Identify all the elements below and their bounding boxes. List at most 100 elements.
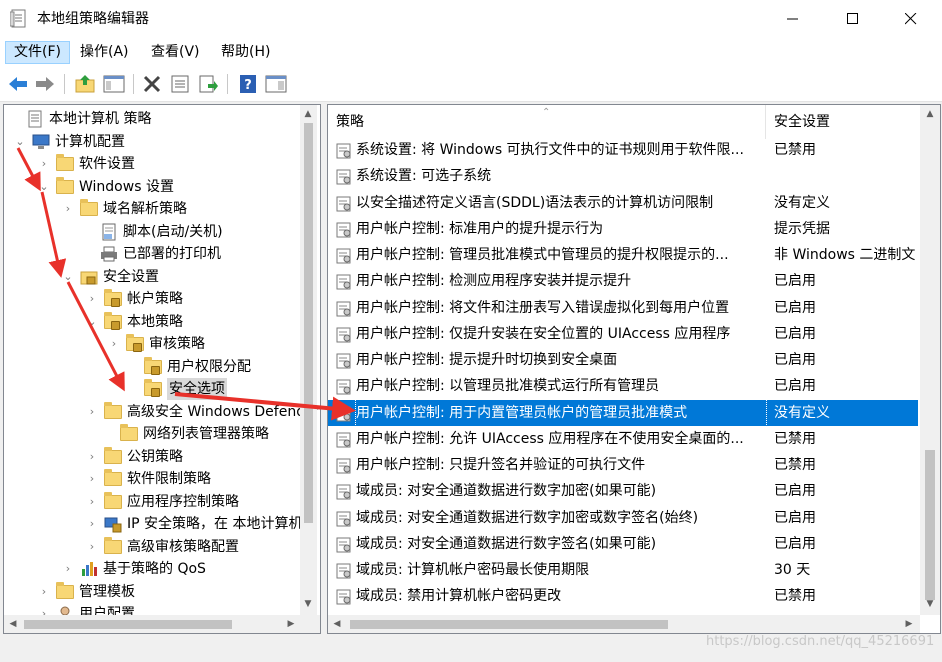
scroll-down-arrow-icon[interactable]: ▼ bbox=[301, 597, 315, 611]
scroll-up-arrow-icon[interactable]: ▲ bbox=[923, 107, 937, 121]
chevron-right-icon[interactable]: › bbox=[62, 558, 74, 580]
chevron-right-icon[interactable]: › bbox=[86, 513, 98, 535]
tree-item[interactable]: 已部署的打印机 bbox=[82, 243, 221, 265]
show-hide-tree-button[interactable] bbox=[102, 72, 126, 96]
policy-row[interactable]: 域成员: 对安全通道数据进行数字加密(如果可能) 已启用 bbox=[328, 478, 918, 504]
policy-name: 域成员: 禁用计算机帐户密码更改 bbox=[356, 588, 562, 605]
policy-row[interactable]: 用户帐户控制: 允许 UIAccess 应用程序在不使用安全桌面的... 已禁用 bbox=[328, 426, 918, 452]
policy-row[interactable]: 域成员: 禁用计算机帐户密码更改 已禁用 bbox=[328, 583, 918, 609]
policy-setting-value: 已禁用 bbox=[774, 430, 816, 447]
tree-item[interactable]: 脚本(启动/关机) bbox=[82, 221, 223, 243]
chevron-down-icon[interactable]: ⌄ bbox=[14, 131, 26, 153]
chevron-down-icon[interactable]: ⌄ bbox=[38, 176, 50, 198]
policy-row[interactable]: 系统设置: 将 Windows 可执行文件中的证书规则用于软件限... 已禁用 bbox=[328, 137, 918, 163]
column-header-policy[interactable]: ⌃ 策略 bbox=[328, 105, 766, 139]
list-horizontal-scrollbar[interactable]: ◀ ▶ bbox=[328, 615, 920, 633]
policy-name: 用户帐户控制: 检测应用程序安装并提示提升 bbox=[356, 273, 632, 290]
maximize-button[interactable] bbox=[830, 0, 876, 38]
show-hide-action-pane-button[interactable] bbox=[264, 72, 288, 96]
chevron-right-icon[interactable]: › bbox=[86, 288, 98, 310]
tree-item[interactable]: › 管理模板 bbox=[38, 581, 135, 603]
chevron-right-icon[interactable]: › bbox=[108, 333, 120, 355]
chevron-right-icon[interactable]: › bbox=[86, 401, 98, 423]
properties-button[interactable] bbox=[168, 72, 192, 96]
export-list-button[interactable] bbox=[196, 72, 220, 96]
tree-hscroll-thumb[interactable] bbox=[24, 620, 232, 629]
tree-item[interactable]: 用户权限分配 bbox=[126, 356, 251, 378]
policy-setting-value: 已启用 bbox=[774, 509, 816, 526]
tree-item[interactable]: › 帐户策略 bbox=[86, 288, 183, 310]
help-button[interactable]: ? bbox=[236, 72, 260, 96]
tree-item[interactable]: 网络列表管理器策略 bbox=[102, 423, 269, 445]
tree-item[interactable]: ⌄ 计算机配置 bbox=[14, 131, 125, 153]
policy-row[interactable]: 用户帐户控制: 管理员批准模式中管理员的提升权限提示的... 非 Windows … bbox=[328, 242, 918, 268]
column-header-setting[interactable]: 安全设置 bbox=[766, 105, 926, 139]
back-button[interactable] bbox=[6, 72, 30, 96]
policy-row[interactable]: 域成员: 计算机帐户密码最长使用期限 30 天 bbox=[328, 557, 918, 583]
policy-list-pane[interactable]: ⌃ 策略 安全设置 系统设置: 将 Windows 可执行文件中的证书规则用于软… bbox=[327, 104, 941, 634]
tree-item[interactable]: › 应用程序控制策略 bbox=[86, 491, 239, 513]
policy-setting-icon bbox=[336, 562, 352, 579]
menu-help[interactable]: 帮助(H) bbox=[213, 41, 278, 64]
list-scroll-thumb[interactable] bbox=[925, 450, 935, 600]
policy-name: 域成员: 对安全通道数据进行数字签名(如果可能) bbox=[356, 535, 657, 552]
scroll-right-arrow-icon[interactable]: ▶ bbox=[902, 617, 916, 631]
forward-button[interactable] bbox=[33, 72, 57, 96]
policy-row[interactable]: 用户帐户控制: 提示提升时切换到安全桌面 已启用 bbox=[328, 347, 918, 373]
scroll-left-arrow-icon[interactable]: ◀ bbox=[330, 617, 344, 631]
tree-item[interactable]: 本地计算机 策略 bbox=[8, 108, 151, 130]
policy-row[interactable]: 用户帐户控制: 仅提升安装在安全位置的 UIAccess 应用程序 已启用 bbox=[328, 321, 918, 347]
tree-horizontal-scrollbar[interactable]: ◀ ▶ bbox=[4, 615, 320, 633]
policy-row[interactable]: 用户帐户控制: 检测应用程序安装并提示提升 已启用 bbox=[328, 268, 918, 294]
close-button[interactable] bbox=[888, 0, 934, 38]
delete-button[interactable] bbox=[140, 72, 164, 96]
policy-row[interactable]: 用户帐户控制: 用于内置管理员帐户的管理员批准模式 没有定义 bbox=[328, 398, 918, 427]
menu-file[interactable]: 文件(F) bbox=[5, 41, 70, 64]
scroll-left-arrow-icon[interactable]: ◀ bbox=[6, 617, 20, 631]
chevron-right-icon[interactable]: › bbox=[86, 446, 98, 468]
chevron-down-icon[interactable]: ⌄ bbox=[86, 311, 98, 333]
policy-row[interactable]: 域成员: 对安全通道数据进行数字签名(如果可能) 已启用 bbox=[328, 531, 918, 557]
policy-row[interactable]: 用户帐户控制: 将文件和注册表写入错误虚拟化到每用户位置 已启用 bbox=[328, 295, 918, 321]
tree-item[interactable]: ⌄ 安全设置 bbox=[62, 266, 159, 288]
chevron-down-icon[interactable]: ⌄ bbox=[62, 266, 74, 288]
qos-chart-icon bbox=[80, 560, 98, 578]
tree-item[interactable]: › 高级安全 Windows Defender 防火墙 bbox=[86, 401, 320, 423]
chevron-right-icon[interactable]: › bbox=[86, 536, 98, 558]
policy-row[interactable]: 用户帐户控制: 只提升签名并验证的可执行文件 已禁用 bbox=[328, 452, 918, 478]
scroll-up-arrow-icon[interactable]: ▲ bbox=[301, 107, 315, 121]
tree-item[interactable]: › 公钥策略 bbox=[86, 446, 183, 468]
scroll-right-arrow-icon[interactable]: ▶ bbox=[284, 617, 298, 631]
tree-item[interactable]: › 软件限制策略 bbox=[86, 468, 211, 490]
up-folder-button[interactable] bbox=[73, 72, 97, 96]
tree-item[interactable]: › 域名解析策略 bbox=[62, 198, 187, 220]
tree-vertical-scrollbar[interactable]: ▲ ▼ bbox=[300, 105, 317, 615]
policy-row[interactable]: 用户帐户控制: 标准用户的提升提示行为 提示凭据 bbox=[328, 216, 918, 242]
tree-item[interactable]: 安全选项 bbox=[126, 378, 227, 400]
menu-view[interactable]: 查看(V) bbox=[143, 41, 208, 64]
minimize-button[interactable] bbox=[770, 0, 816, 38]
tree-item[interactable]: ⌄ Windows 设置 bbox=[38, 176, 174, 198]
chevron-right-icon[interactable]: › bbox=[38, 153, 50, 175]
list-vertical-scrollbar[interactable]: ▲ ▼ bbox=[920, 105, 940, 615]
tree-item[interactable]: › 高级审核策略配置 bbox=[86, 536, 239, 558]
tree-item[interactable]: › 基于策略的 QoS bbox=[62, 558, 206, 580]
scroll-down-arrow-icon[interactable]: ▼ bbox=[923, 597, 937, 611]
list-hscroll-thumb[interactable] bbox=[350, 620, 668, 629]
tree-pane[interactable]: 本地计算机 策略 ⌄ 计算机配置 › 软件设置 ⌄ Windows 设置 › 域名解析策略 脚本(… bbox=[3, 104, 321, 634]
policy-row[interactable]: 以安全描述符定义语言(SDDL)语法表示的计算机访问限制 没有定义 bbox=[328, 190, 918, 216]
policy-row[interactable]: 域成员: 对安全通道数据进行数字加密或数字签名(始终) 已启用 bbox=[328, 505, 918, 531]
menu-action[interactable]: 操作(A) bbox=[72, 41, 137, 64]
tree-scroll-thumb[interactable] bbox=[304, 123, 313, 523]
sort-ascending-icon: ⌃ bbox=[542, 107, 551, 118]
chevron-right-icon[interactable]: › bbox=[86, 468, 98, 490]
policy-row[interactable]: 系统设置: 可选子系统 bbox=[328, 163, 918, 189]
policy-row[interactable]: 用户帐户控制: 以管理员批准模式运行所有管理员 已启用 bbox=[328, 373, 918, 399]
chevron-right-icon[interactable]: › bbox=[86, 491, 98, 513]
tree-item[interactable]: ⌄ 本地策略 bbox=[86, 311, 183, 333]
tree-item[interactable]: › 审核策略 bbox=[108, 333, 205, 355]
tree-item[interactable]: › 软件设置 bbox=[38, 153, 135, 175]
chevron-right-icon[interactable]: › bbox=[38, 581, 50, 603]
chevron-right-icon[interactable]: › bbox=[62, 198, 74, 220]
tree-item[interactable]: › IP 安全策略，在 本地计算机 bbox=[86, 513, 302, 535]
